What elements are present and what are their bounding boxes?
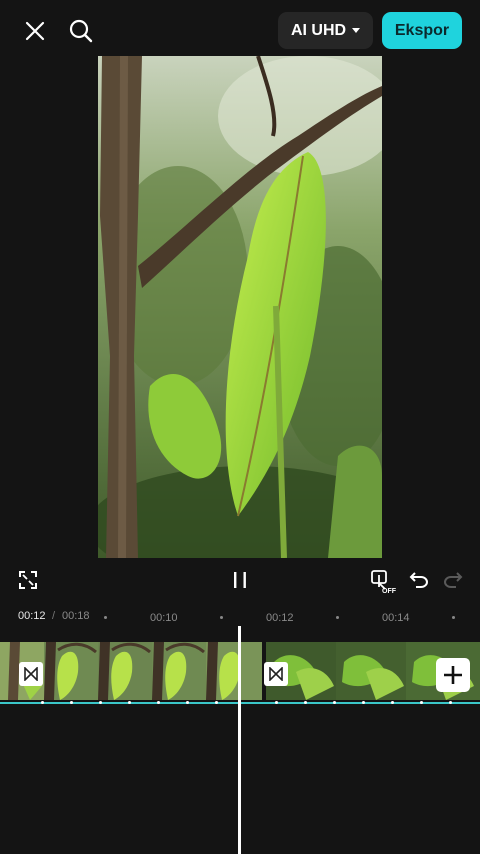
keyframe-toggle[interactable]: OFF: [368, 564, 400, 596]
chevron-down-icon: [352, 28, 361, 33]
audio-marker: [186, 701, 189, 704]
audio-marker: [157, 701, 160, 704]
editor-screen: AI UHD Ekspor OFF 00:12 / 00:18 00:10 00…: [0, 0, 480, 854]
pause-button[interactable]: [226, 566, 254, 594]
ruler-dot: [452, 616, 455, 619]
search-icon: [69, 19, 93, 43]
search-button[interactable]: [64, 14, 98, 48]
transition-button[interactable]: [264, 662, 288, 686]
add-clip-button[interactable]: [436, 658, 470, 692]
ruler-dot: [104, 616, 107, 619]
undo-icon: [409, 572, 429, 588]
pause-icon: [234, 572, 246, 588]
audio-marker: [275, 701, 278, 704]
audio-marker: [70, 701, 73, 704]
playback-controls: OFF: [0, 562, 480, 600]
keyframe-badge: OFF: [382, 588, 397, 595]
audio-marker: [420, 701, 423, 704]
undo-button[interactable]: [406, 566, 432, 592]
keyframe-icon: OFF: [371, 570, 397, 595]
quality-dropdown[interactable]: AI UHD: [278, 12, 373, 49]
audio-marker: [391, 701, 394, 704]
ruler-tick: 00:12: [266, 612, 294, 624]
audio-marker: [362, 701, 365, 704]
redo-icon: [443, 572, 463, 588]
audio-marker: [41, 701, 44, 704]
audio-marker: [215, 701, 218, 704]
ruler-dot: [220, 616, 223, 619]
ruler-dot: [336, 616, 339, 619]
transition-icon: [269, 667, 283, 681]
current-time: 00:12: [18, 610, 46, 622]
fullscreen-button[interactable]: [14, 566, 42, 594]
time-separator: /: [52, 610, 56, 622]
plus-icon: [444, 666, 462, 684]
top-bar: AI UHD Ekspor: [0, 0, 480, 56]
playhead[interactable]: [238, 626, 241, 854]
close-icon: [25, 21, 45, 41]
redo-button[interactable]: [440, 566, 466, 592]
fullscreen-icon: [19, 571, 37, 589]
close-button[interactable]: [18, 14, 52, 48]
ruler-tick: 00:10: [150, 612, 178, 624]
quality-label: AI UHD: [290, 21, 347, 39]
total-time: 00:18: [62, 610, 90, 622]
export-label: Ekspor: [394, 21, 450, 39]
transition-icon: [24, 667, 38, 681]
audio-marker: [304, 701, 307, 704]
audio-marker: [333, 701, 336, 704]
preview-image: [98, 56, 382, 558]
video-preview[interactable]: [98, 56, 382, 558]
ruler-tick: 00:14: [382, 612, 410, 624]
audio-marker: [128, 701, 131, 704]
audio-marker: [99, 701, 102, 704]
audio-marker: [449, 701, 452, 704]
transition-button[interactable]: [19, 662, 43, 686]
export-button[interactable]: Ekspor: [382, 12, 462, 49]
